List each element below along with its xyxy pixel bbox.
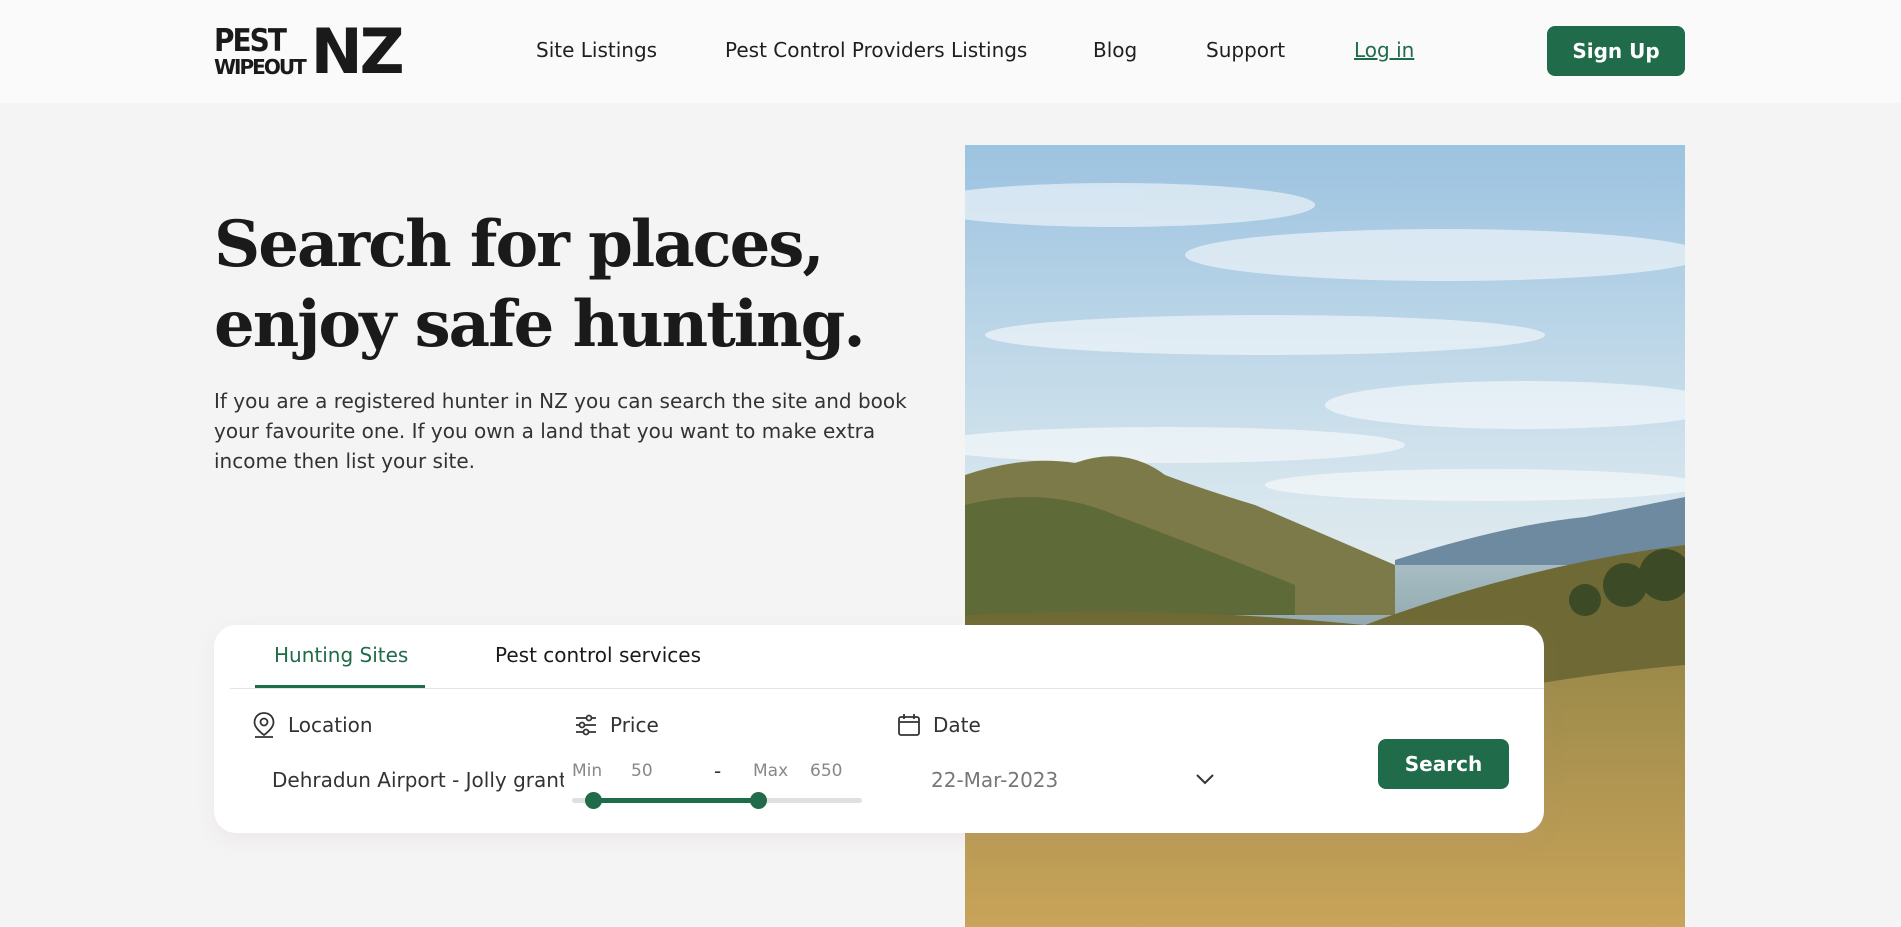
hero-description: If you are a registered hunter in NZ you…: [214, 389, 907, 473]
chevron-down-icon: [1194, 771, 1216, 790]
map-pin-icon: [250, 711, 278, 739]
location-input[interactable]: Dehradun Airport - Jolly grant, Uttarakh…: [272, 768, 564, 792]
tab-hunting-sites[interactable]: Hunting Sites: [274, 643, 408, 667]
logo-text-pest: PEST: [214, 22, 287, 59]
price-min-label: Min: [572, 761, 603, 781]
search-card: Hunting Sites Pest control services Loca…: [214, 625, 1544, 833]
price-slider-min-handle[interactable]: [585, 792, 602, 809]
signup-button[interactable]: Sign Up: [1547, 26, 1685, 76]
price-slider-max-handle[interactable]: [750, 792, 767, 809]
date-label-text: Date: [933, 713, 981, 737]
search-button[interactable]: Search: [1378, 739, 1509, 789]
logo[interactable]: PEST WIPEOUT NZ: [214, 15, 405, 88]
nav-support[interactable]: Support: [1206, 38, 1285, 62]
price-separator: -: [714, 759, 722, 783]
price-label-text: Price: [610, 713, 659, 737]
logo-text-nz: NZ: [310, 15, 405, 88]
tab-pest-control-services[interactable]: Pest control services: [495, 643, 701, 667]
date-select[interactable]: 22-Mar-2023: [916, 760, 1216, 800]
calendar-icon: [895, 711, 923, 739]
site-header: PEST WIPEOUT NZ Site Listings Pest Contr…: [0, 0, 1901, 103]
price-label: Price: [572, 711, 659, 739]
nav-pest-control-providers[interactable]: Pest Control Providers Listings: [725, 38, 1027, 62]
date-label: Date: [895, 711, 981, 739]
date-value: 22-Mar-2023: [931, 768, 1059, 792]
price-min-value[interactable]: 50: [631, 761, 653, 781]
price-max-label: Max: [753, 761, 789, 781]
location-label-text: Location: [288, 713, 373, 737]
hero-title: Search for places, enjoy safe hunting.: [214, 207, 866, 362]
nav-blog[interactable]: Blog: [1093, 38, 1137, 62]
tab-divider: [230, 688, 1544, 689]
nav-login[interactable]: Log in: [1354, 38, 1414, 62]
nav-site-listings[interactable]: Site Listings: [536, 38, 657, 62]
sliders-icon: [572, 711, 600, 739]
price-max-value[interactable]: 650: [810, 761, 842, 781]
price-slider-range: [594, 798, 758, 803]
logo-text-wipeout: WIPEOUT: [214, 55, 307, 79]
location-label: Location: [250, 711, 373, 739]
